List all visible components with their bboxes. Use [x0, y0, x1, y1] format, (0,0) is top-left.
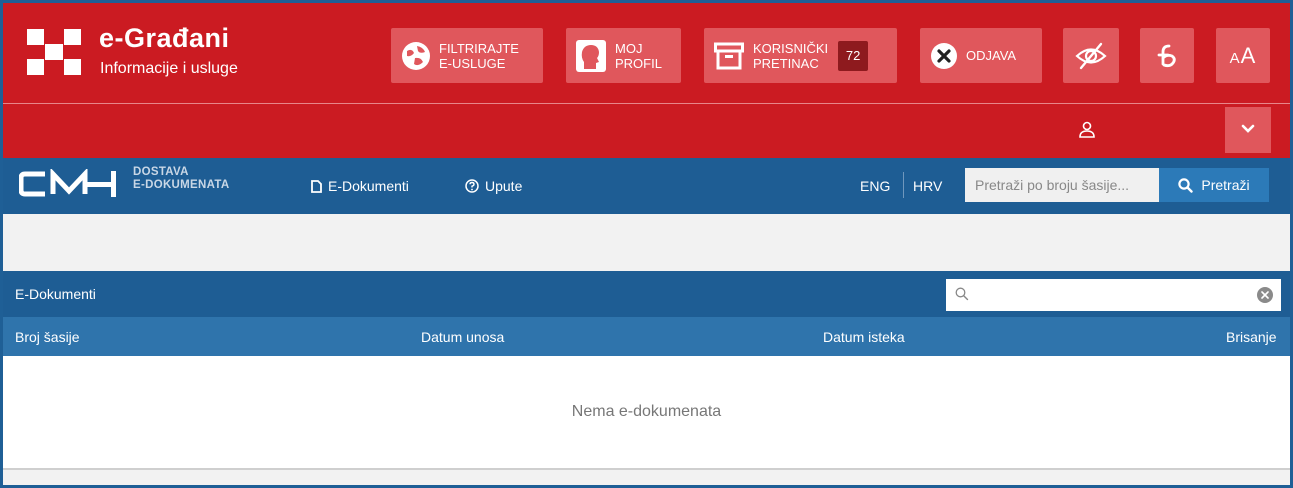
grid-filter: [946, 279, 1281, 311]
empty-state-message: Nema e-dokumenata: [571, 403, 722, 420]
globe-icon: [401, 41, 431, 71]
user-icon[interactable]: [1077, 119, 1097, 141]
font-size-label: AA: [1229, 42, 1257, 68]
browser-viewport: e-Građani Informacije i usluge FILTRIRAJ…: [0, 0, 1293, 488]
brand-title[interactable]: e-Građani: [99, 23, 230, 54]
language-separator: [903, 172, 904, 198]
logout-button[interactable]: ODJAVA: [920, 28, 1042, 83]
chevron-down-icon: [1241, 121, 1255, 139]
cvh-logo-icon[interactable]: [18, 167, 123, 204]
my-profile-button[interactable]: MOJ PROFIL: [566, 28, 681, 83]
search-icon: [1178, 177, 1194, 193]
search-icon: [955, 287, 969, 306]
grid-title: E-Dokumenti: [15, 286, 96, 302]
chassis-search-input[interactable]: [965, 168, 1159, 202]
clear-filter-icon[interactable]: [1257, 287, 1273, 303]
user-mailbox-button[interactable]: KORISNIČKI PRETINAC 72: [704, 28, 897, 83]
column-expiry-date[interactable]: Datum isteka: [823, 329, 905, 345]
brand-subtitle: Informacije i usluge: [100, 60, 238, 77]
user-menu-toggle-button[interactable]: [1225, 107, 1271, 153]
e-gradani-logo-icon[interactable]: [27, 29, 81, 75]
document-icon: [311, 179, 322, 193]
user-mailbox-label: KORISNIČKI PRETINAC: [753, 40, 829, 71]
column-delete[interactable]: Brisanje: [1226, 329, 1277, 345]
documents-grid-header: E-Dokumenti: [3, 271, 1290, 317]
language-eng-link[interactable]: ENG: [860, 178, 890, 194]
eye-off-icon: [1074, 41, 1108, 71]
inbox-box-icon: [714, 42, 744, 70]
dyslexic-font-icon: [1155, 42, 1179, 70]
top-header: e-Građani Informacije i usluge FILTRIRAJ…: [3, 3, 1290, 103]
high-contrast-button[interactable]: [1063, 28, 1119, 83]
grid-body: Nema e-dokumenata: [3, 356, 1290, 469]
column-entry-date[interactable]: Datum unosa: [421, 329, 504, 345]
close-circle-icon: [930, 42, 958, 70]
filter-eservices-button[interactable]: FILTRIRAJTE E-USLUGE: [391, 28, 543, 83]
dyslexia-font-button[interactable]: [1140, 28, 1194, 83]
search-button[interactable]: Pretraži: [1159, 168, 1269, 202]
search-button-label: Pretraži: [1201, 177, 1250, 193]
my-profile-label: MOJ PROFIL: [615, 40, 662, 71]
app-logo-text: DOSTAVA E-DOKUMENATA: [133, 166, 230, 191]
question-circle-icon: [465, 179, 479, 193]
content-spacer: [3, 214, 1290, 271]
page-footer-area: [3, 470, 1290, 485]
profile-head-icon: [575, 39, 607, 73]
nav-e-documents-link[interactable]: E-Dokumenti: [311, 178, 409, 194]
grid-column-headers: Broj šasije Datum unosa Datum isteka Bri…: [3, 317, 1290, 356]
nav-help-link[interactable]: Upute: [465, 178, 522, 194]
column-chassis-number[interactable]: Broj šasije: [15, 329, 80, 345]
nav-help-label: Upute: [485, 178, 523, 194]
font-size-button[interactable]: AA: [1216, 28, 1270, 83]
app-navbar: DOSTAVA E-DOKUMENATA E-Dokumenti Upute EN…: [3, 158, 1290, 214]
nav-e-documents-label: E-Dokumenti: [328, 178, 409, 194]
language-hrv-link[interactable]: HRV: [913, 178, 942, 194]
mailbox-count-badge: 72: [838, 40, 869, 71]
grid-filter-input[interactable]: [976, 279, 1246, 311]
filter-eservices-label: FILTRIRAJTE E-USLUGE: [439, 40, 519, 71]
logout-label: ODJAVA: [966, 48, 1017, 63]
